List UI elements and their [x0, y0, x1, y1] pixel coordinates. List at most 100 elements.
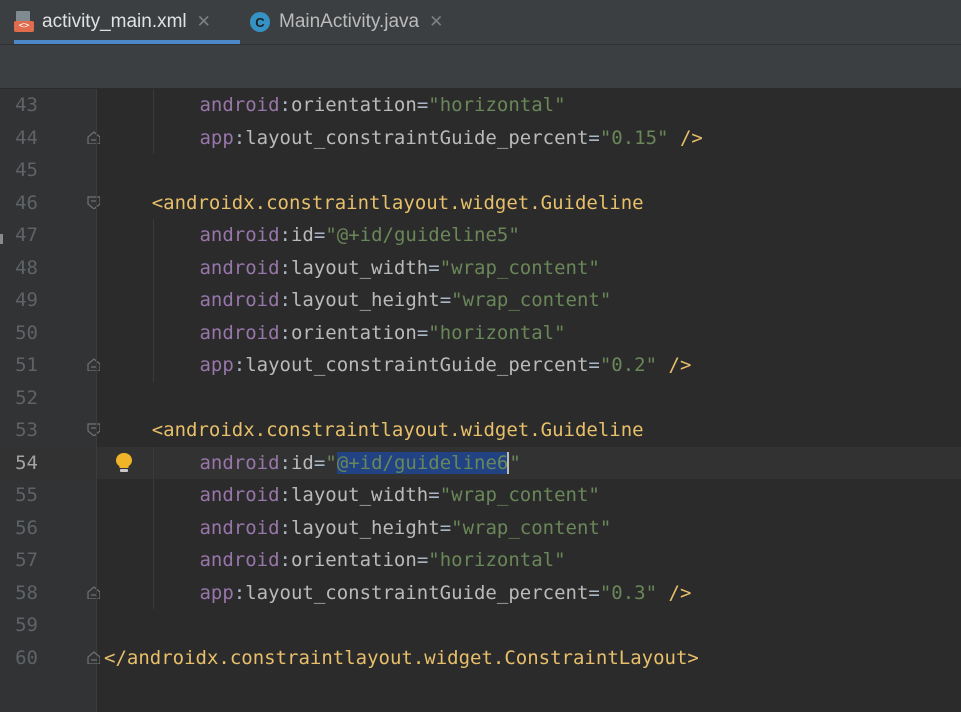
- token-attr: orientation: [290, 549, 417, 571]
- token-val: "horizontal": [428, 321, 566, 344]
- code-line[interactable]: 58 app:layout_constraintGuide_percent="0.…: [0, 577, 961, 610]
- token-tag: />: [679, 126, 703, 149]
- line-number: 56: [15, 516, 38, 539]
- token-punct: :: [279, 451, 291, 474]
- token-punct: =: [588, 354, 600, 376]
- selected-text: @+id/guideline6: [336, 451, 509, 474]
- token-attr: layout_constraintGuide_percent: [245, 126, 589, 149]
- code-line[interactable]: 48 android:layout_width="wrap_content": [0, 252, 961, 285]
- code-line[interactable]: 49 android:layout_height="wrap_content": [0, 284, 961, 317]
- token-attr: layout_width: [290, 484, 429, 506]
- code-line[interactable]: 57 android:orientation="horizontal": [0, 544, 961, 577]
- code-line[interactable]: 52: [0, 382, 961, 415]
- code-line[interactable]: 60 </androidx.constraintlayout.widget.Con…: [0, 642, 961, 675]
- line-number: 57: [15, 549, 38, 571]
- line-number: 53: [15, 419, 38, 441]
- fold-end-icon[interactable]: [87, 650, 100, 664]
- token-punct: =: [416, 549, 429, 571]
- token-val: ": [325, 451, 337, 474]
- lightbulb-icon[interactable]: [115, 452, 133, 474]
- tab-label: activity_main.xml: [42, 11, 187, 32]
- code-editor[interactable]: 43 android:orientation="horizontal" 44 app:…: [0, 89, 961, 712]
- token-ns: android: [199, 256, 280, 279]
- token-punct: :: [279, 256, 291, 279]
- token-attr: layout_height: [290, 289, 440, 311]
- token-punct: =: [313, 224, 326, 246]
- token-punct: :: [233, 126, 246, 149]
- code-line[interactable]: 53 <androidx.constraintlayout.widget.Guid…: [0, 414, 961, 447]
- fold-end-icon[interactable]: [87, 130, 100, 144]
- close-icon[interactable]: ✕: [197, 12, 211, 32]
- code-line[interactable]: 47 android:id="@+id/guideline5": [0, 219, 961, 252]
- fold-end-icon[interactable]: [87, 358, 100, 371]
- line-number: 55: [15, 484, 38, 506]
- code-line[interactable]: 46 <androidx.constraintlayout.widget.Guid…: [0, 187, 961, 220]
- fold-collapse-icon[interactable]: [87, 195, 100, 209]
- token-val: "0.3": [599, 581, 658, 604]
- code-text: </androidx.constraintlayout.widget.Const…: [104, 642, 699, 675]
- code-text: android:orientation="horizontal": [199, 89, 565, 122]
- token-ns: android: [199, 94, 280, 116]
- token-ns: app: [199, 126, 234, 149]
- code-text: <androidx.constraintlayout.widget.Guidel…: [152, 414, 644, 447]
- code-text: android:orientation="horizontal": [199, 317, 565, 350]
- token-ns: app: [199, 581, 234, 604]
- tab-activity-main-xml[interactable]: <> activity_main.xml ✕: [14, 0, 240, 44]
- token-ns: android: [199, 321, 280, 344]
- code-text: android:layout_width="wrap_content": [199, 479, 599, 512]
- editor-tab-bar: <> activity_main.xml ✕ C MainActivity.ja…: [0, 0, 961, 44]
- fold-collapse-icon[interactable]: [87, 423, 100, 436]
- gutter-border: [96, 89, 97, 642]
- token-attr: layout_width: [290, 256, 429, 279]
- token-punct: =: [416, 321, 429, 344]
- code-line[interactable]: 59: [0, 609, 961, 642]
- token-punct: :: [279, 224, 291, 246]
- token-ns: app: [199, 354, 234, 376]
- code-text: android:layout_height="wrap_content": [199, 284, 611, 317]
- token-ns: android: [199, 289, 280, 311]
- breadcrumb-bar: [0, 44, 961, 89]
- code-line[interactable]: 51 app:layout_constraintGuide_percent="0.…: [0, 349, 961, 382]
- token-punct: =: [588, 581, 600, 604]
- token-val: "@+id/guideline5": [325, 224, 520, 246]
- token-val: "wrap_content": [451, 516, 612, 539]
- line-number: 52: [15, 386, 38, 409]
- code-text: android:layout_height="wrap_content": [199, 512, 611, 545]
- token-punct: :: [279, 516, 291, 539]
- line-number: 46: [15, 191, 38, 214]
- token-ns: android: [199, 224, 280, 246]
- line-number: 49: [15, 289, 38, 311]
- code-line[interactable]: 50 android:orientation="horizontal": [0, 317, 961, 350]
- tab-main-activity-java[interactable]: C MainActivity.java ✕: [250, 0, 470, 44]
- fold-end-icon[interactable]: [87, 585, 100, 599]
- code-text: android:id="@+id/guideline5": [199, 219, 519, 252]
- token-tag: <androidx.constraintlayout.widget.Guidel…: [151, 419, 644, 441]
- code-line[interactable]: 55 android:layout_width="wrap_content": [0, 479, 961, 512]
- token-tag: <androidx.constraintlayout.widget.Guidel…: [151, 191, 644, 214]
- line-number: 47: [15, 224, 38, 246]
- token-attr: layout_constraintGuide_percent: [245, 581, 589, 604]
- code-text: android:orientation="horizontal": [199, 544, 565, 577]
- token-punct: :: [233, 354, 246, 376]
- line-number: 59: [15, 614, 38, 636]
- code-text: android:id="@+id/guideline6": [199, 447, 521, 480]
- line-number: 60: [15, 646, 38, 669]
- close-icon[interactable]: ✕: [429, 12, 443, 32]
- token-punct: :: [279, 289, 291, 311]
- code-text: android:layout_width="wrap_content": [199, 252, 599, 285]
- line-number: 45: [15, 159, 38, 181]
- token-punct: :: [279, 484, 291, 506]
- xml-file-icon: <>: [14, 11, 36, 33]
- token-punct: =: [439, 516, 452, 539]
- code-line[interactable]: 56 android:layout_height="wrap_content": [0, 512, 961, 545]
- token-punct: [668, 127, 679, 149]
- token-tag: />: [668, 354, 692, 376]
- code-line[interactable]: 43 android:orientation="horizontal": [0, 89, 961, 122]
- line-number: 51: [15, 354, 38, 376]
- code-line[interactable]: 44 app:layout_constraintGuide_percent="0.…: [0, 122, 961, 155]
- token-punct: =: [313, 451, 326, 474]
- token-attr: id: [290, 224, 314, 246]
- code-line[interactable]: 45: [0, 154, 961, 187]
- code-line[interactable]: 54 android:id="@+id/guideline6": [0, 446, 961, 480]
- token-attr: layout_height: [290, 516, 440, 539]
